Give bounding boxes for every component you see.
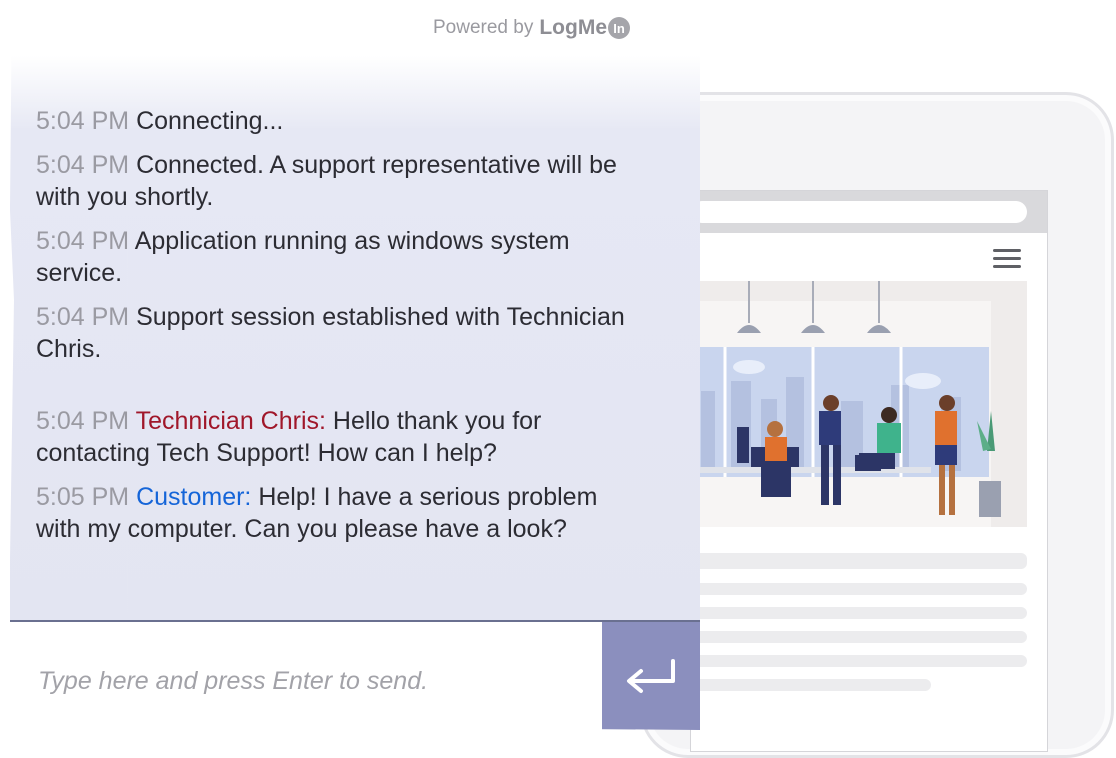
message-sender-technician: Technician Chris:: [135, 407, 326, 435]
content-placeholder-line: [691, 607, 1027, 619]
powered-by-text: Powered by: [433, 17, 534, 38]
message-timestamp: 5:05 PM: [36, 483, 130, 511]
message-input[interactable]: [36, 650, 600, 712]
message-timestamp: 5:04 PM: [36, 227, 130, 255]
chat-message: 5:04 PM Technician Chris: Hello thank yo…: [36, 405, 646, 469]
hamburger-menu-icon: [993, 249, 1021, 269]
chat-transcript: Powered by LogMe In 5:04 PM Connecting..…: [10, 0, 700, 620]
message-input-bar: [10, 620, 700, 730]
chat-message: 5:04 PM Application running as windows s…: [36, 225, 646, 289]
content-placeholder-line: [691, 631, 1027, 643]
chat-message: 5:04 PM Connecting...: [36, 105, 646, 137]
content-placeholder-line: [691, 553, 1027, 569]
message-text: Connecting...: [136, 107, 284, 135]
message-sender-customer: Customer:: [136, 483, 252, 511]
message-timestamp: 5:04 PM: [36, 407, 130, 435]
message-timestamp: 5:04 PM: [36, 151, 130, 179]
chat-message: 5:05 PM Customer: Help! I have a serious…: [36, 481, 646, 545]
browser-bar: [691, 191, 1047, 233]
powered-by-label: Powered by LogMe In: [433, 16, 630, 40]
content-placeholder-line: [691, 679, 931, 691]
message-list: 5:04 PM Connecting... 5:04 PM Connected.…: [36, 105, 646, 557]
logmein-brand-text: LogMe: [539, 16, 607, 39]
enter-return-icon: [627, 659, 675, 693]
message-timestamp: 5:04 PM: [36, 107, 130, 135]
content-placeholder-line: [691, 583, 1027, 595]
tablet-screen: [690, 190, 1048, 752]
chat-message: 5:04 PM Support session established with…: [36, 301, 646, 365]
content-placeholder-line: [691, 655, 1027, 667]
chat-panel: Powered by LogMe In 5:04 PM Connecting..…: [10, 0, 700, 730]
office-team-illustration: [691, 281, 1027, 527]
message-timestamp: 5:04 PM: [36, 303, 130, 331]
logmein-logo: LogMe In: [539, 16, 630, 40]
address-bar: [691, 201, 1027, 223]
send-button[interactable]: [602, 622, 700, 730]
logmein-badge-icon: In: [608, 17, 630, 39]
chat-message: 5:04 PM Connected. A support representat…: [36, 149, 646, 213]
